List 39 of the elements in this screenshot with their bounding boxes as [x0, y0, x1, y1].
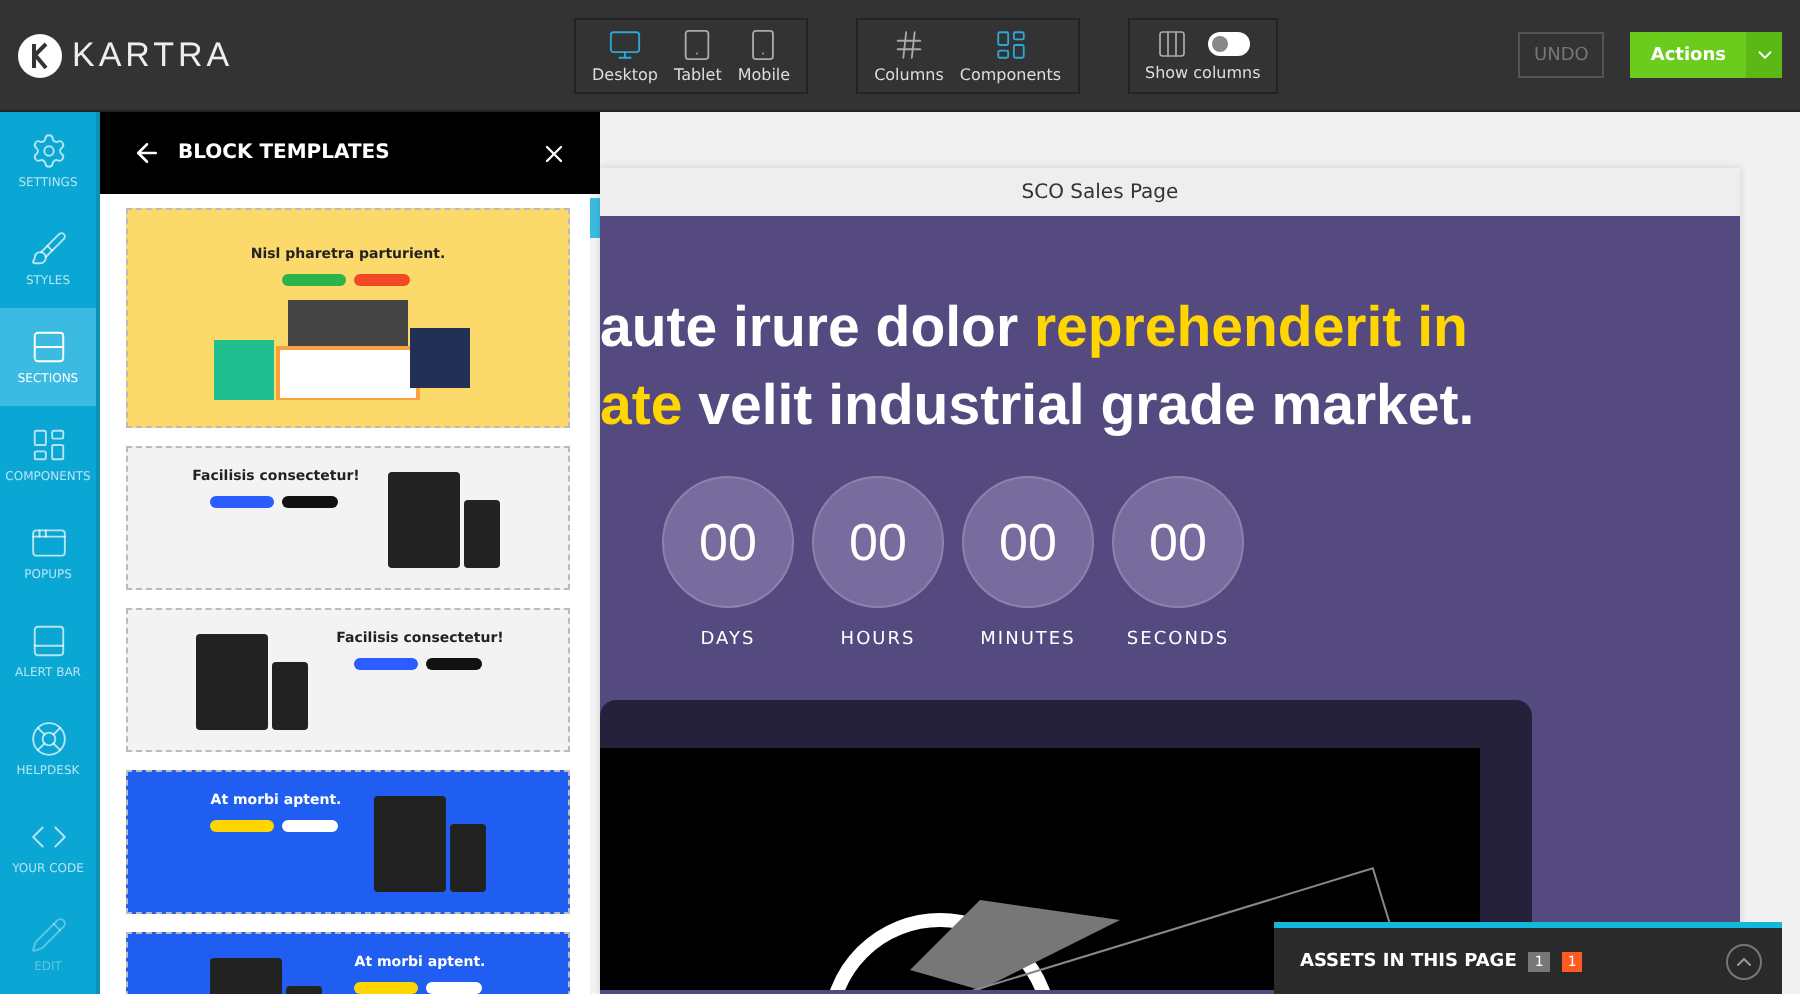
tablet-icon — [680, 27, 715, 61]
layout-icon — [993, 27, 1028, 61]
headline: ate velit industrial grade market. — [600, 372, 1477, 442]
countdown-value: 00 — [1112, 476, 1244, 608]
tablet-drawing — [383, 468, 504, 572]
back-button[interactable] — [132, 138, 162, 168]
columns-icon — [1155, 28, 1188, 60]
lifebuoy-icon — [29, 720, 67, 758]
scrollbar[interactable] — [590, 194, 600, 994]
countdown-label: MINUTES — [980, 630, 1076, 650]
tablet-drawing — [192, 630, 313, 734]
logo-icon — [18, 33, 62, 77]
layout-tool-button[interactable]: Components — [951, 19, 1070, 91]
panel-title: BLOCK TEMPLATES — [178, 142, 392, 164]
view-mode-tab[interactable]: Tablet — [666, 19, 730, 91]
grid-icon — [891, 27, 926, 61]
tablet-drawing — [370, 792, 490, 896]
countdown-label: SECONDS — [1126, 630, 1230, 650]
collapse-button[interactable] — [1726, 943, 1762, 979]
settings-icon — [29, 132, 67, 170]
countdown-value: 00 — [662, 476, 794, 608]
headline: aute irure dolor reprehenderit in — [600, 294, 1470, 364]
page-title: SCO Sales Page — [1021, 181, 1179, 203]
view-mode-tab[interactable]: Mobile — [729, 19, 799, 91]
countdown-value: 00 — [812, 476, 944, 608]
layout-icon — [29, 426, 67, 464]
monitor-icon — [608, 27, 642, 61]
rows-icon — [29, 328, 67, 366]
assets-title: ASSETS IN THIS PAGE — [1300, 951, 1517, 971]
view-mode-tab[interactable]: Desktop — [584, 19, 666, 91]
countdown-label: DAYS — [700, 630, 756, 650]
countdown-label: HOURS — [840, 630, 916, 650]
panel-icon — [29, 622, 67, 660]
layout-tool-button[interactable]: Columns — [866, 19, 952, 91]
countdown-value: 00 — [962, 476, 1094, 608]
brush-icon — [29, 230, 67, 268]
logo-text: KARTRA — [72, 35, 234, 75]
pencil-icon — [29, 916, 67, 954]
window-icon — [29, 524, 67, 562]
